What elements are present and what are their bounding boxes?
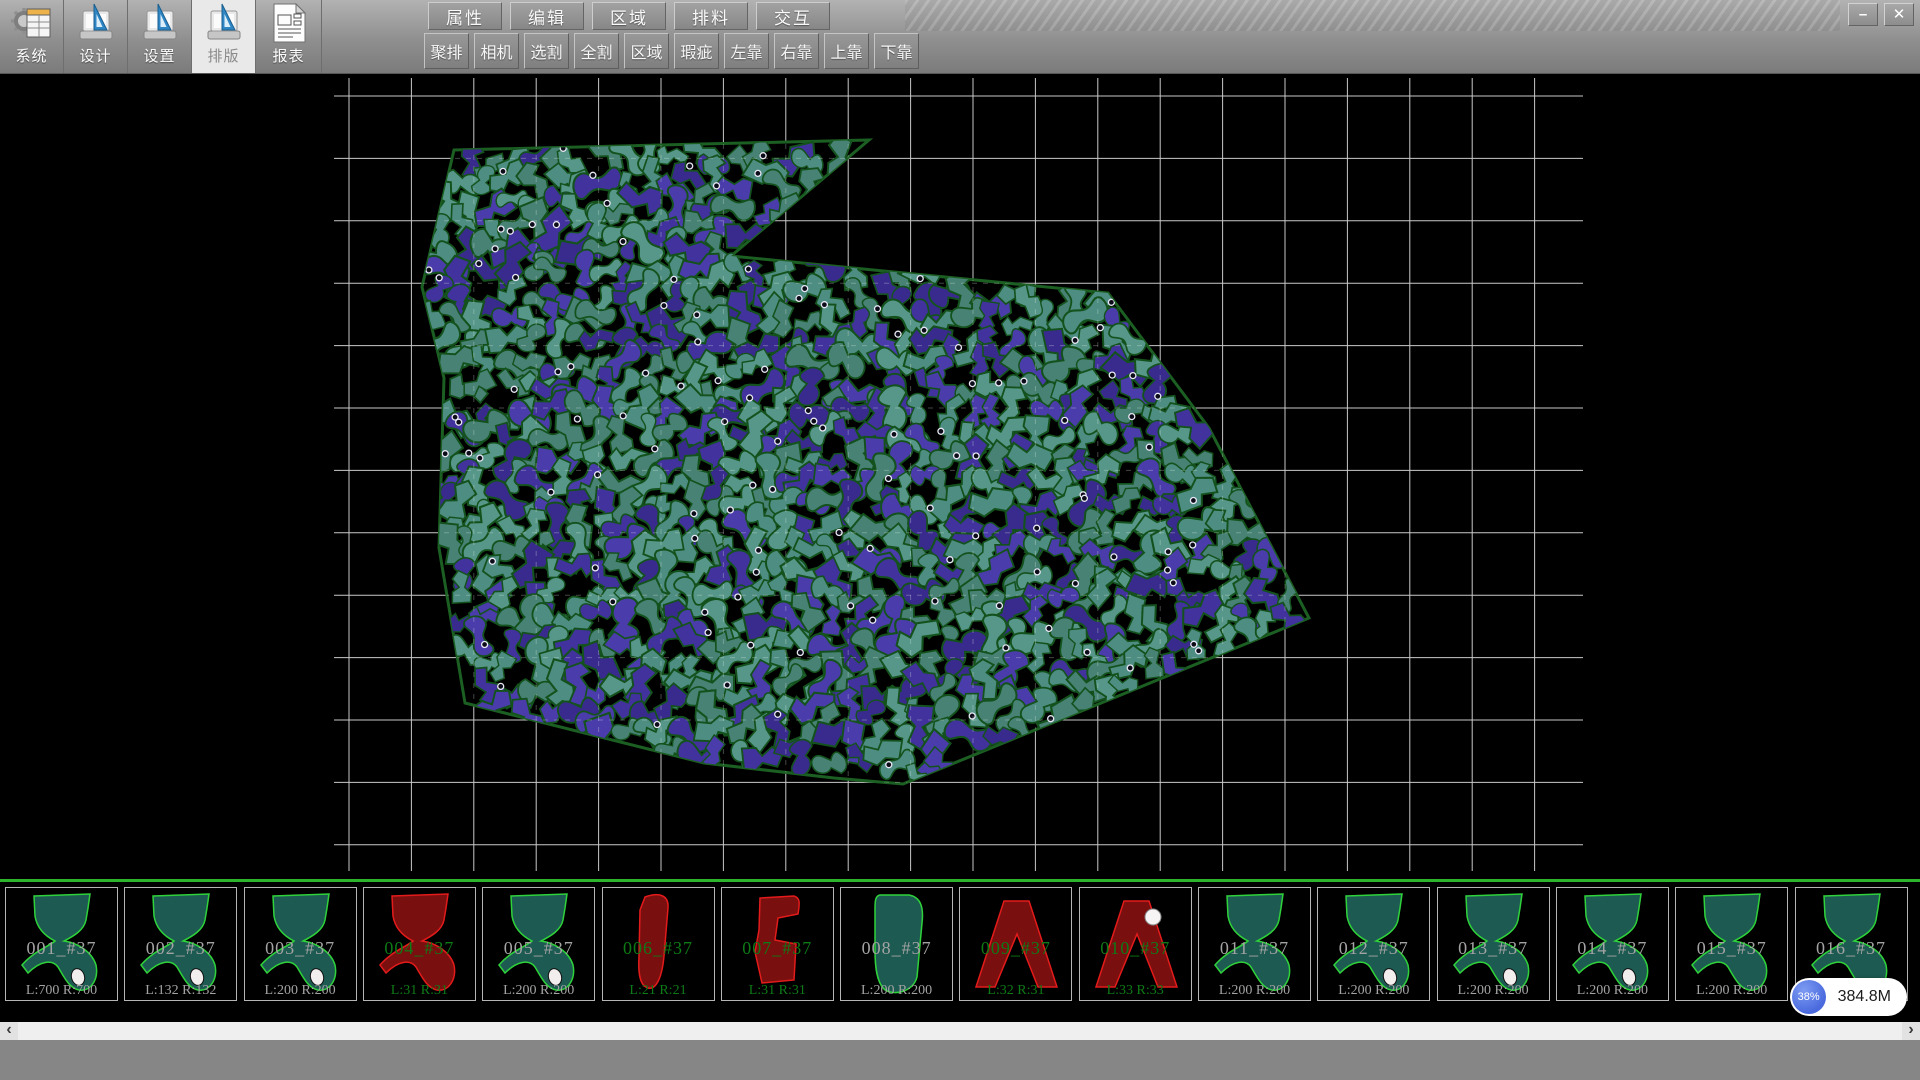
tool-cluster[interactable]: 聚排: [424, 33, 469, 69]
part-id-label: 004_#37: [364, 938, 475, 959]
part-lr-count: L:132 R:132: [125, 983, 236, 999]
tool-camera[interactable]: 相机: [474, 33, 519, 69]
tool-select-cut[interactable]: 选割: [524, 33, 569, 69]
part-id-label: 002_#37: [125, 938, 236, 959]
status-bar: [0, 1040, 1920, 1080]
menu-tab-nest[interactable]: 排料: [674, 2, 748, 30]
design-icon: [137, 2, 183, 44]
scroll-right-icon[interactable]: ›: [1902, 1022, 1920, 1040]
part-thumbnail-008_#37[interactable]: 008_#37 L:200 R:200: [840, 887, 953, 1001]
part-id-label: 003_#37: [245, 938, 356, 959]
part-lr-count: L:31 R:31: [364, 983, 475, 999]
part-id-label: 007_#37: [722, 938, 833, 959]
tool-align-top[interactable]: 上靠: [824, 33, 869, 69]
part-lr-count: L:200 R:200: [1199, 983, 1310, 999]
part-thumbnail-012_#37[interactable]: 012_#37 L:200 R:200: [1317, 887, 1430, 1001]
part-id-label: 006_#37: [603, 938, 714, 959]
scroll-left-icon[interactable]: ‹: [0, 1022, 18, 1040]
tool-button-row: 聚排相机选割全割区域瑕疵左靠右靠上靠下靠: [424, 33, 924, 73]
part-thumbnail-013_#37[interactable]: 013_#37 L:200 R:200: [1437, 887, 1550, 1001]
minimize-button[interactable]: –: [1848, 3, 1878, 26]
strip-top-divider: [0, 879, 1920, 882]
progress-value: 38%: [1798, 991, 1820, 1003]
part-lr-count: L:200 R:200: [245, 983, 356, 999]
menu-tab-edit[interactable]: 编辑: [510, 2, 584, 30]
part-thumbnail-011_#37[interactable]: 011_#37 L:200 R:200: [1198, 887, 1311, 1001]
design-icon: [201, 2, 247, 44]
tool-region[interactable]: 区域: [624, 33, 669, 69]
parts-thumbnail-strip: 001_#37 L:700 R:700 002_#37 L:132 R:132 003_…: [0, 879, 1920, 1022]
application-window: 系统设计设置排版报表 属性编辑区域排料交互 聚排相机选割全割区域瑕疵左靠右靠上靠…: [0, 0, 1920, 1080]
part-thumbnail-002_#37[interactable]: 002_#37 L:132 R:132: [124, 887, 237, 1001]
system-icon: [9, 2, 55, 44]
app-tab-label: 设计: [79, 45, 111, 66]
part-lr-count: L:200 R:200: [1557, 983, 1668, 999]
nesting-drawing[interactable]: [334, 78, 1583, 871]
report-icon: [266, 2, 312, 44]
app-tab-report[interactable]: 报表: [256, 0, 322, 73]
close-button[interactable]: ✕: [1884, 3, 1914, 26]
memory-value: 384.8M: [1838, 988, 1891, 1006]
part-id-label: 012_#37: [1318, 938, 1429, 959]
tool-align-right[interactable]: 右靠: [774, 33, 819, 69]
part-thumbnail-005_#37[interactable]: 005_#37 L:200 R:200: [482, 887, 595, 1001]
part-lr-count: L:200 R:200: [483, 983, 594, 999]
part-id-label: 011_#37: [1199, 938, 1310, 959]
tool-align-bottom[interactable]: 下靠: [874, 33, 919, 69]
app-tab-settings[interactable]: 设置: [128, 0, 192, 73]
app-tab-label: 系统: [15, 45, 47, 66]
part-lr-count: L:31 R:31: [722, 983, 833, 999]
part-id-label: 010_#37: [1080, 938, 1191, 959]
menu-tab-interact[interactable]: 交互: [756, 2, 830, 30]
menu-tab-row: 属性编辑区域排料交互: [424, 0, 834, 32]
part-thumbnail-004_#37[interactable]: 004_#37 L:31 R:31: [363, 887, 476, 1001]
tool-align-left[interactable]: 左靠: [724, 33, 769, 69]
part-lr-count: L:32 R:31: [960, 983, 1071, 999]
part-thumbnail-010_#37[interactable]: 010_#37 L:33 R:33: [1079, 887, 1192, 1001]
horizontal-scrollbar[interactable]: ‹ ›: [0, 1022, 1920, 1040]
part-id-label: 009_#37: [960, 938, 1071, 959]
part-id-label: 016_#37: [1796, 938, 1907, 959]
part-id-label: 013_#37: [1438, 938, 1549, 959]
part-id-label: 014_#37: [1557, 938, 1668, 959]
app-tab-system[interactable]: 系统: [0, 0, 64, 73]
memory-usage-badge: 38% 384.8M: [1790, 978, 1907, 1016]
part-id-label: 001_#37: [6, 938, 117, 959]
part-lr-count: L:200 R:200: [1438, 983, 1549, 999]
app-tab-design[interactable]: 设计: [64, 0, 128, 73]
part-lr-count: L:700 R:700: [6, 983, 117, 999]
app-tab-bar: 系统 设计 设置 排版 报表: [0, 0, 322, 73]
part-lr-count: L:200 R:200: [1318, 983, 1429, 999]
app-tab-nesting[interactable]: 排版: [192, 0, 256, 73]
part-thumbnail-003_#37[interactable]: 003_#37 L:200 R:200: [244, 887, 357, 1001]
tool-defect[interactable]: 瑕疵: [674, 33, 719, 69]
titlebar-hatch-texture: [905, 0, 1840, 31]
part-id-label: 005_#37: [483, 938, 594, 959]
part-lr-count: L:200 R:200: [1676, 983, 1787, 999]
tool-cut-all[interactable]: 全割: [574, 33, 619, 69]
app-tab-label: 报表: [272, 45, 304, 66]
nesting-canvas-area[interactable]: [0, 74, 1920, 879]
title-toolbar: 系统设计设置排版报表 属性编辑区域排料交互 聚排相机选割全割区域瑕疵左靠右靠上靠…: [0, 0, 1920, 74]
part-thumbnail-006_#37[interactable]: 006_#37 L:21 R:21: [602, 887, 715, 1001]
part-lr-count: L:33 R:33: [1080, 983, 1191, 999]
app-tab-label: 排版: [207, 45, 239, 66]
part-thumbnail-014_#37[interactable]: 014_#37 L:200 R:200: [1556, 887, 1669, 1001]
menu-tab-region[interactable]: 区域: [592, 2, 666, 30]
part-thumbnail-001_#37[interactable]: 001_#37 L:700 R:700: [5, 887, 118, 1001]
design-icon: [73, 2, 119, 44]
menu-tab-properties[interactable]: 属性: [428, 2, 502, 30]
part-thumbnail-007_#37[interactable]: 007_#37 L:31 R:31: [721, 887, 834, 1001]
part-thumbnail-015_#37[interactable]: 015_#37 L:200 R:200: [1675, 887, 1788, 1001]
app-tab-label: 设置: [143, 45, 175, 66]
part-lr-count: L:21 R:21: [603, 983, 714, 999]
progress-circle: 38%: [1792, 980, 1826, 1014]
part-id-label: 008_#37: [841, 938, 952, 959]
part-id-label: 015_#37: [1676, 938, 1787, 959]
part-lr-count: L:200 R:200: [841, 983, 952, 999]
part-thumbnail-009_#37[interactable]: 009_#37 L:32 R:31: [959, 887, 1072, 1001]
